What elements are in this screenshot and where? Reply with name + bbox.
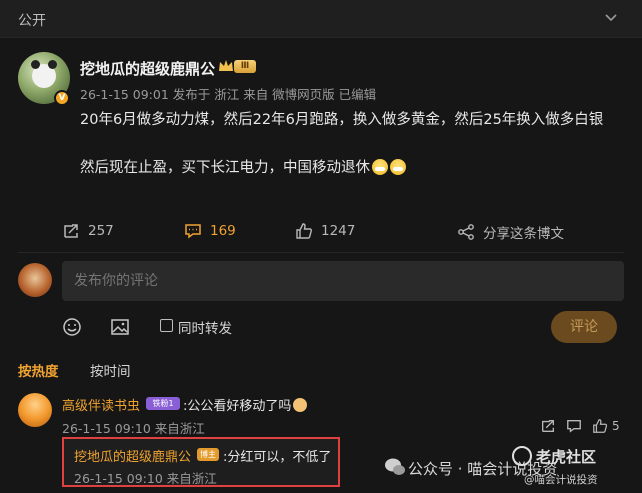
comment-icon bbox=[185, 224, 201, 239]
post-meta: 26-1-15 09:01 发布于 浙江 来自 微博网页版 已编辑 bbox=[80, 87, 377, 102]
like-button[interactable]: 1247 bbox=[295, 222, 355, 240]
cat-emoji-icon bbox=[293, 398, 308, 412]
share-icon bbox=[458, 224, 474, 240]
tab-sort-time[interactable]: 按时间 bbox=[90, 360, 131, 380]
submit-comment-button[interactable]: 评论 bbox=[551, 311, 617, 343]
comment-icon[interactable] bbox=[566, 418, 582, 434]
repost-checkbox-label: 同时转发 bbox=[178, 321, 232, 337]
watermark-handle: @喵会计说投资 bbox=[524, 474, 598, 486]
fan-badge: 铁粉1 bbox=[146, 397, 180, 410]
repost-checkbox[interactable] bbox=[160, 319, 173, 332]
share-label: 分享这条博文 bbox=[483, 226, 564, 242]
thumbs-up-icon bbox=[296, 223, 312, 239]
panda-image bbox=[31, 60, 57, 88]
author-badge: 博主 bbox=[197, 448, 219, 461]
post-actions: 257 169 1247 分享这条博文 bbox=[0, 218, 642, 248]
repost-icon[interactable] bbox=[540, 418, 556, 434]
reply-text: :分红可以，不低了 bbox=[223, 450, 332, 465]
emoji-icon[interactable] bbox=[62, 317, 82, 337]
repost-count: 257 bbox=[88, 223, 114, 239]
comment-meta: 26-1-15 09:10 来自浙江 bbox=[62, 421, 205, 436]
weibo-post: V 挖地瓜的超级鹿鼎公 Ⅲ 26-1-15 09:01 发布于 浙江 来自 微博… bbox=[0, 38, 642, 250]
post-paragraph: 20年6月做多动力煤，然后22年6月跑路，换入做多黄金，然后25年换入做多白银 bbox=[80, 112, 604, 128]
divider bbox=[18, 252, 624, 253]
tiger-community-watermark: 老虎社区 bbox=[536, 448, 597, 466]
visibility-label: 公开 bbox=[18, 13, 46, 29]
thumbs-up-icon[interactable] bbox=[592, 418, 608, 434]
grin-emoji-icon bbox=[372, 159, 388, 175]
image-icon[interactable] bbox=[110, 317, 130, 337]
share-button[interactable]: 分享这条博文 bbox=[457, 222, 564, 242]
comment-composer: 同时转发 评论 bbox=[0, 255, 642, 355]
repost-button[interactable]: 257 bbox=[62, 222, 114, 240]
chevron-down-icon[interactable] bbox=[604, 11, 618, 25]
comment-count: 169 bbox=[210, 223, 236, 239]
reply-author-name[interactable]: 挖地瓜的超级鹿鼎公 bbox=[74, 446, 191, 465]
author-reply: 挖地瓜的超级鹿鼎公 博主 :分红可以，不低了 26-1-15 09:10 来自浙… bbox=[62, 437, 340, 487]
repost-icon bbox=[64, 224, 78, 238]
crown-icon bbox=[219, 60, 233, 71]
reply-meta: 26-1-15 09:10 来自浙江 bbox=[74, 471, 217, 486]
my-avatar[interactable] bbox=[18, 263, 52, 297]
wechat-icon bbox=[385, 458, 405, 475]
comment-like-count: 5 bbox=[612, 419, 620, 433]
post-content: 20年6月做多动力煤，然后22年6月跑路，换入做多黄金，然后25年换入做多白银 … bbox=[80, 108, 625, 204]
grin-emoji-icon bbox=[390, 159, 406, 175]
author-name[interactable]: 挖地瓜的超级鹿鼎公 bbox=[80, 58, 215, 79]
verified-badge-icon: V bbox=[54, 90, 70, 106]
tiger-logo-icon bbox=[512, 446, 532, 466]
comment-button[interactable]: 169 bbox=[184, 222, 236, 240]
comment-text: :公公看好移动了吗 bbox=[183, 395, 308, 414]
comment-input[interactable] bbox=[62, 261, 624, 301]
visibility-bar[interactable]: 公开 bbox=[0, 0, 642, 38]
commenter-avatar[interactable] bbox=[18, 393, 52, 427]
tab-sort-hot[interactable]: 按热度 bbox=[18, 360, 59, 380]
like-count: 1247 bbox=[321, 223, 356, 239]
commenter-name[interactable]: 高级伴读书虫 bbox=[62, 395, 140, 414]
post-paragraph: 然后现在止盈，买下长江电力，中国移动退休 bbox=[80, 156, 625, 180]
level-badge: Ⅲ bbox=[234, 60, 256, 73]
